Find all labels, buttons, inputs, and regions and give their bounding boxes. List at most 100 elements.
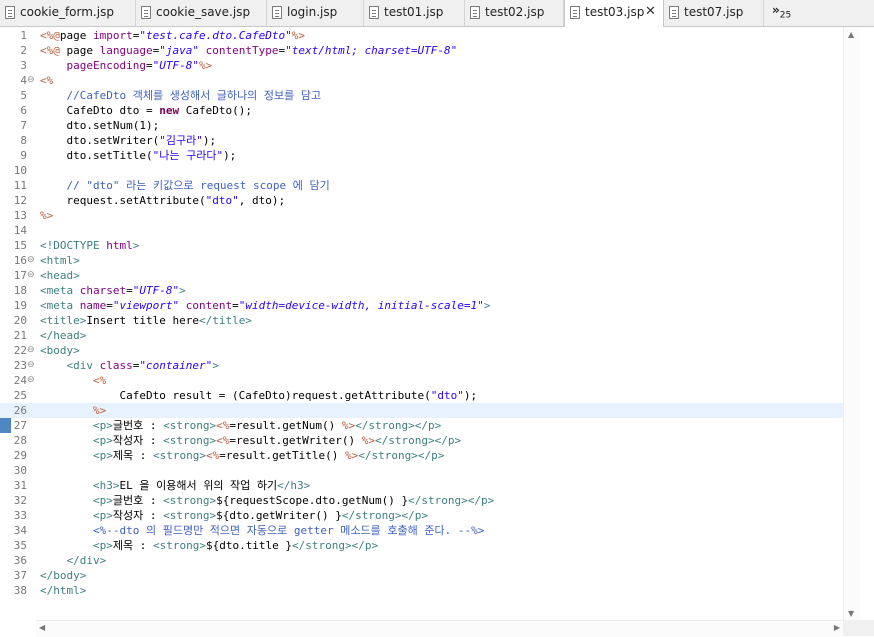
code-text: <p>글번호 : <strong><%=result.getNum() %></… [40,418,441,433]
code-token: </h3> [277,479,311,492]
code-token: > [212,359,219,372]
scroll-up-icon[interactable]: ▲ [848,30,854,39]
code-text: <body> [40,343,80,358]
code-token: "java" [159,44,199,57]
code-line[interactable]: 7 dto.setNum(1); [0,118,843,133]
code-token: <p> [92,509,113,522]
line-number: 28 [13,434,27,447]
code-line[interactable]: 11 // "dto" 라는 키값으로 request scope 에 담기 [0,178,843,193]
code-token: dto.setWriter( [40,134,160,147]
code-token: CafeDto(); [179,104,252,117]
code-line[interactable]: 25 CafeDto result = (CafeDto)request.get… [0,388,843,403]
code-text: <p>제목 : <strong>${dto.title }</strong></… [40,538,378,553]
line-number: 32 [13,494,27,507]
tab-overflow-button[interactable]: »25 [772,3,791,20]
scroll-down-icon[interactable]: ▼ [848,609,854,618]
code-token: "dto" [430,389,464,402]
code-token: pageEncoding [66,59,146,72]
code-line[interactable]: 16 ⊖ <html> [0,253,843,268]
code-line[interactable]: 35 <p>제목 : <strong>${dto.title }</strong… [0,538,843,553]
tab-test03[interactable]: test03.jsp ✕ [564,0,664,27]
fold-collapse-icon[interactable]: ⊖ [27,270,35,281]
code-line[interactable]: 10 [0,163,843,178]
code-line[interactable]: 27 <p>글번호 : <strong><%=result.getNum() %… [0,418,843,433]
code-text: <%@page import="test.cafe.dto.CafeDto"%> [40,28,305,43]
code-line[interactable]: 30 [0,463,843,478]
tab-login[interactable]: login.jsp [267,0,364,26]
tab-test02[interactable]: test02.jsp [465,0,564,26]
code-line[interactable]: 20 <title>Insert title here</title> [0,313,843,328]
code-line[interactable]: 18 <meta charset="UTF-8"> [0,283,843,298]
code-line[interactable]: 36 </div> [0,553,843,568]
code-token: </div> [66,554,107,567]
code-token: </strong></p> [355,419,442,432]
code-editor[interactable]: 1 <%@page import="test.cafe.dto.CafeDto"%… [0,27,874,636]
code-token: //CafeDto 객체를 생성해서 글하나의 정보를 담고 [66,89,322,102]
code-token: =result.getWriter() [229,434,362,447]
code-line[interactable]: 3 pageEncoding="UTF-8"%> [0,58,843,73]
code-line[interactable]: 29 <p>제목 : <strong><%=result.getTitle() … [0,448,843,463]
tab-cookie-form[interactable]: cookie_form.jsp [0,0,136,26]
code-token: name [79,299,107,312]
tab-test07[interactable]: test07.jsp [664,0,764,26]
line-number: 7 [20,119,27,132]
scroll-left-icon[interactable]: ◀ [39,623,45,632]
code-text: <p>제목 : <strong><%=result.getTitle() %><… [40,448,444,463]
fold-collapse-icon[interactable]: ⊖ [27,375,35,386]
code-token: <strong> [163,434,217,447]
line-number: 14 [13,224,27,237]
code-line[interactable]: 37 </body> [0,568,843,583]
code-token: </html> [40,584,87,597]
code-token: = [145,59,153,72]
tab-test01[interactable]: test01.jsp [364,0,465,26]
code-line[interactable]: 14 [0,223,843,238]
code-line[interactable]: 33 <p>작성자 : <strong>${dto.getWriter() }<… [0,508,843,523]
code-line[interactable]: 2 <%@ page language="java" contentType="t… [0,43,843,58]
vertical-scrollbar[interactable]: ▲ ▼ [843,27,860,621]
code-line[interactable]: 6 CafeDto dto = new CafeDto(); [0,103,843,118]
code-line[interactable]: 9 dto.setTitle("나는 구라다"); [0,148,843,163]
code-line[interactable]: 28 <p>작성자 : <strong><%=result.getWriter(… [0,433,843,448]
code-token: CafeDto dto = [40,104,160,117]
code-text: <div class="container"> [40,358,219,373]
code-token: EL 을 이용해서 위의 작업 하기 [119,479,278,492]
fold-collapse-icon[interactable]: ⊖ [27,345,35,356]
code-line[interactable]: 4 ⊖ <% [0,73,843,88]
code-line[interactable]: 22 ⊖ <body> [0,343,843,358]
line-number: 13 [13,209,27,222]
code-line[interactable]: 38 </html> [0,583,843,598]
code-line[interactable]: 8 dto.setWriter("김구라"); [0,133,843,148]
code-line[interactable]: 15 <!DOCTYPE html> [0,238,843,253]
close-tab-icon[interactable]: ✕ [645,4,656,19]
code-line[interactable]: 17 ⊖ <head> [0,268,843,283]
tab-cookie-save[interactable]: cookie_save.jsp [136,0,267,26]
code-token: page [59,29,93,42]
code-line[interactable]: 1 <%@page import="test.cafe.dto.CafeDto"%… [0,28,843,43]
code-token: <html> [40,254,80,267]
code-token: %> [345,449,359,462]
code-line[interactable]: 26 %> [0,403,843,418]
fold-collapse-icon[interactable]: ⊖ [27,75,35,86]
scroll-right-icon[interactable]: ▶ [834,623,840,632]
code-token: "나는 구라다" [152,149,224,162]
fold-collapse-icon[interactable]: ⊖ [27,360,35,371]
code-line[interactable]: 23 ⊖ <div class="container"> [0,358,843,373]
code-line[interactable]: 13 %> [0,208,843,223]
code-line[interactable]: 19 <meta name="viewport" content="width=d… [0,298,843,313]
code-line[interactable]: 12 request.setAttribute("dto", dto); [0,193,843,208]
code-line[interactable]: 34 <%--dto 의 필드명만 적으면 자동으로 getter 메소드를 호… [0,523,843,538]
code-token: "UTF-8" [152,59,199,72]
fold-collapse-icon[interactable]: ⊖ [27,255,35,266]
horizontal-scrollbar[interactable]: ◀ ▶ [36,620,843,637]
code-text: </body> [40,568,86,583]
code-line[interactable]: 24 ⊖ <% [0,373,843,388]
code-line[interactable]: 31 <h3>EL 을 이용해서 위의 작업 하기</h3> [0,478,843,493]
code-text: <h3>EL 을 이용해서 위의 작업 하기</h3> [40,478,310,493]
code-line[interactable]: 21 </head> [0,328,843,343]
code-line[interactable]: 32 <p>글번호 : <strong>${requestScope.dto.g… [0,493,843,508]
code-line[interactable]: 5 //CafeDto 객체를 생성해서 글하나의 정보를 담고 [0,88,843,103]
